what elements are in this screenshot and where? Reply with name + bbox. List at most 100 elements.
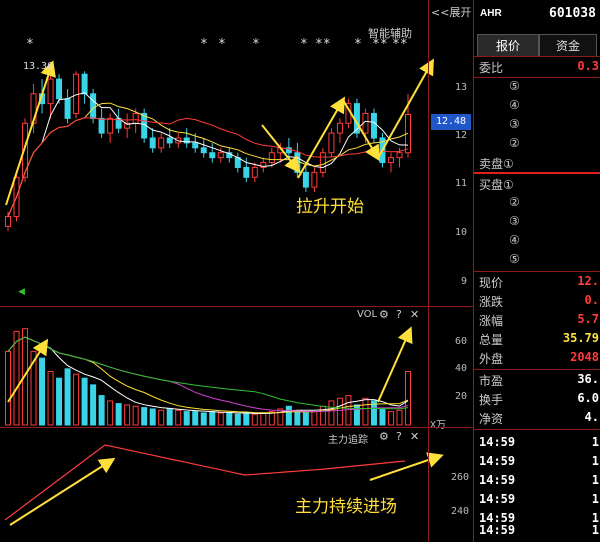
price-tick: 13 [455,82,468,93]
panel-divider [0,306,473,307]
vol-tick: 20 [455,391,468,402]
candle [396,152,403,159]
signal-star: * [218,37,226,52]
candle [268,152,275,164]
price-tick: 12 [455,130,468,141]
signal-star: ** [315,37,331,52]
volume-bar [56,377,63,426]
gear-icon[interactable]: ⚙ [379,308,389,321]
close-icon[interactable]: ✕ [410,308,419,321]
zhuli-tick: 240 [451,506,470,517]
candle [5,216,11,227]
volume-bar [311,411,318,426]
stat-row: 涨幅 5.7 [479,312,599,328]
weibi-label: 委比 [479,61,504,75]
triangle-marker-icon: ◀ [18,287,25,297]
signal-star: ** [392,37,408,52]
volume-bar [149,408,156,426]
volume-bar [362,397,369,426]
volume-bar [98,395,105,426]
buy-level-row: ⑤ [509,252,520,266]
tick-row: 14:59 1 [479,523,599,537]
candle [56,78,63,100]
volume-bar [302,412,309,426]
candle [107,117,114,134]
zhuli-tick: 260 [451,472,470,483]
gear-icon[interactable]: ⚙ [379,430,389,443]
stat-row: 净资 4. [479,410,599,426]
volume-bar [251,413,258,426]
volume-bar [175,409,182,426]
tab-funds[interactable]: 资金 [539,34,597,56]
weibi-row: 委比 0.3 [474,58,600,78]
stock-chart-svg[interactable] [0,0,473,542]
volume-bar [192,411,199,426]
price-tick: 11 [455,178,468,189]
candle [328,132,335,154]
stat-row: 涨跌 0. [479,293,599,309]
volume-bar [166,408,173,426]
candle [98,117,105,134]
candle [302,171,309,188]
axis-separator [428,0,429,542]
volume-bar [396,409,403,426]
volume-bar [243,412,250,426]
sell-level-row: ② [509,136,520,150]
candle [64,98,71,119]
tab-quote[interactable]: 报价 [477,34,539,56]
candle [370,112,377,139]
bid-ask-divider [474,172,600,174]
buy1-label: 买盘① [479,178,514,192]
tick-row: 14:59 1 [479,492,599,506]
volume-bar [141,407,148,426]
sell1-label: 卖盘① [479,157,514,171]
candle [149,137,156,149]
candle [387,157,394,164]
candle [166,137,173,144]
candle [47,78,54,105]
volume-bar [387,411,394,426]
quote-tabs: 报价 资金 [474,34,600,56]
volume-bar [115,403,122,426]
annotation-arrow [9,457,116,526]
signal-star: * [200,37,208,52]
candle [217,152,224,159]
volume-bar [90,384,97,426]
vol-tick: 40 [455,363,468,374]
volume-bar [336,397,343,426]
signal-star: * [26,37,34,52]
volume-bar [217,412,224,426]
expand-button[interactable]: <<展开 [431,4,471,20]
help-icon[interactable]: ? [396,430,402,443]
volume-bar [39,357,46,426]
sell-level-row: ③ [509,117,520,131]
candle [251,166,258,178]
sell1-row: 卖盘① [474,154,600,174]
help-icon[interactable]: ? [396,308,402,321]
volume-bar [277,408,284,426]
signal-star: * [252,37,260,52]
buy1-row: 买盘① [474,175,600,195]
buy-level-row: ② [509,195,520,209]
rally-start-annotation: 拉升开始 [296,197,364,217]
signal-star: ** [372,37,388,52]
chart-area[interactable]: <<展开 智能辅助 * * * * * ** * ** ** 13.36 13 … [0,0,473,542]
candle [81,73,88,95]
candle [336,122,343,134]
stat-row: 外盘 2048 [479,350,599,366]
candle [209,152,216,159]
candle [311,171,318,188]
close-icon[interactable]: ✕ [410,430,419,443]
volume-bar [13,330,20,426]
stat-row: 换手 6.0 [479,391,599,407]
quote-header: AHR 601038 [474,0,600,32]
tick-row: 14:59 1 [479,473,599,487]
sell-level-row: ⑤ [509,79,520,93]
vol-title: VOL [357,309,378,320]
volume-bar [81,377,88,426]
stat-row: 总量 35.79 [479,331,599,347]
sell-level-row: ④ [509,98,520,112]
current-price-tag: 12.48 [431,114,471,130]
annotation-arrow [369,452,444,481]
volume-bar [47,371,54,426]
